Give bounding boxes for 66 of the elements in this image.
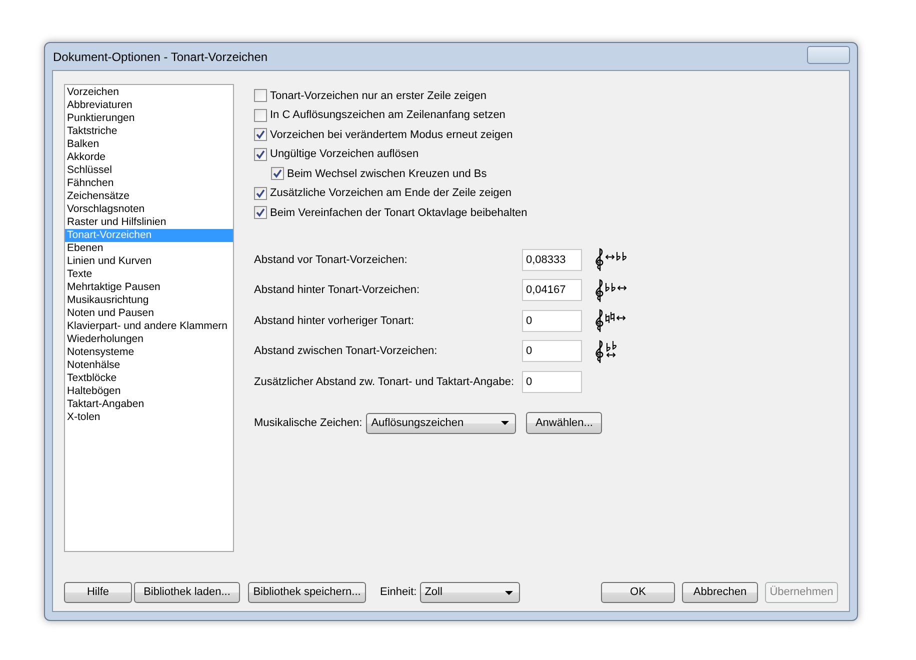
checkbox[interactable] <box>254 206 267 220</box>
checkbox[interactable] <box>254 89 267 102</box>
field-label: Abstand zwischen Tonart-Vorzeichen: <box>254 344 438 359</box>
footer-button[interactable]: Hilfe <box>64 582 132 603</box>
list-item[interactable]: Notenhälse <box>65 359 233 372</box>
list-item[interactable]: Abbreviaturen <box>65 99 233 112</box>
checkbox-label: Beim Vereinfachen der Tonart Oktavlage beibehalten <box>270 206 528 220</box>
list-item[interactable]: X-tolen <box>65 411 233 424</box>
field-label: Abstand hinter Tonart-Vorzeichen: <box>254 283 421 298</box>
input-field[interactable]: 0 <box>522 370 582 393</box>
checkbox[interactable] <box>254 148 267 161</box>
list-item[interactable]: Noten und Pausen <box>65 307 233 320</box>
close-button[interactable] <box>807 46 850 64</box>
list-item[interactable]: Vorzeichen <box>65 86 233 99</box>
field-label: Abstand hinter vorheriger Tonart: <box>254 314 415 328</box>
key-signature-icon <box>594 308 628 334</box>
checkbox[interactable] <box>254 128 267 142</box>
list-item[interactable]: Taktart-Angaben <box>65 398 233 411</box>
field-label: Abstand vor Tonart-Vorzeichen: <box>254 252 408 268</box>
list-item[interactable]: Taktstriche <box>65 125 233 138</box>
list-item[interactable]: Ebenen <box>65 242 233 255</box>
list-item[interactable]: Musikausrichtung <box>65 294 233 307</box>
dropdown[interactable]: Auflösungszeichen <box>366 412 516 434</box>
input-field[interactable]: 0 <box>522 340 582 362</box>
footer-button[interactable]: Abbrechen <box>682 582 758 603</box>
list-item[interactable]: Punktierungen <box>65 112 233 125</box>
list-item[interactable]: Textblöcke <box>65 372 233 385</box>
list-item[interactable]: Notensysteme <box>65 346 233 359</box>
checkbox-label: Tonart-Vorzeichen nur an erster Zeile zeigen <box>270 88 486 104</box>
dropdown-label: Musikalische Zeichen: <box>254 416 362 431</box>
list-item[interactable]: Raster und Hilfslinien <box>65 216 233 229</box>
select-button[interactable]: Anwählen... <box>526 412 602 434</box>
footer-button[interactable]: Bibliothek laden... <box>134 582 240 603</box>
list-item[interactable]: Balken <box>65 138 233 151</box>
list-item[interactable]: Wiederholungen <box>65 333 233 346</box>
checkbox-label: In C Auflösungszeichen am Zeilenanfang setzen <box>270 108 506 123</box>
list-item[interactable]: Fähnchen <box>65 177 233 190</box>
window-title: Dokument-Optionen - Tonart-Vorzeichen <box>52 48 268 66</box>
input-field[interactable]: 0,04167 <box>522 279 582 302</box>
list-item[interactable]: Texte <box>65 268 233 281</box>
checkbox-label: Vorzeichen bei verändertem Modus erneut zeigen <box>270 128 513 142</box>
field-label: Zusätzlicher Abstand zw. Tonart- und Taktart-Angabe: <box>254 374 516 390</box>
list-item[interactable]: Vorschlagsnoten <box>65 203 233 216</box>
caret-icon <box>501 421 510 425</box>
checkbox[interactable] <box>254 186 267 200</box>
list-item[interactable]: Mehrtaktige Pausen <box>65 281 233 294</box>
list-item[interactable]: Klavierpart- und andere Klammern <box>65 320 233 333</box>
unit-dropdown[interactable]: Zoll <box>420 582 520 603</box>
checkbox[interactable] <box>271 167 284 180</box>
list-item[interactable]: Schlüssel <box>65 164 233 177</box>
unit-label: Einheit: <box>380 585 417 600</box>
checkbox-label: Ungültige Vorzeichen auflösen <box>270 147 419 162</box>
caret-icon <box>504 590 513 594</box>
footer-button[interactable]: Bibliothek speichern... <box>248 582 366 603</box>
list-item[interactable]: Akkorde <box>65 151 233 164</box>
list-item[interactable]: Haltebögen <box>65 385 233 398</box>
checkbox-label: Zusätzliche Vorzeichen am Ende der Zeile zeigen <box>270 186 512 201</box>
key-signature-icon <box>594 278 628 303</box>
input-field[interactable]: 0,08333 <box>522 248 582 271</box>
list-item[interactable]: Linien und Kurven <box>65 255 233 268</box>
footer-button[interactable]: OK <box>601 582 675 603</box>
checkbox-label: Beim Wechsel zwischen Kreuzen und Bs <box>287 166 487 182</box>
key-signature-icon <box>594 247 628 272</box>
list-item[interactable]: Zeichensätze <box>65 190 233 203</box>
input-field[interactable]: 0 <box>522 310 582 332</box>
checkbox[interactable] <box>254 108 267 122</box>
